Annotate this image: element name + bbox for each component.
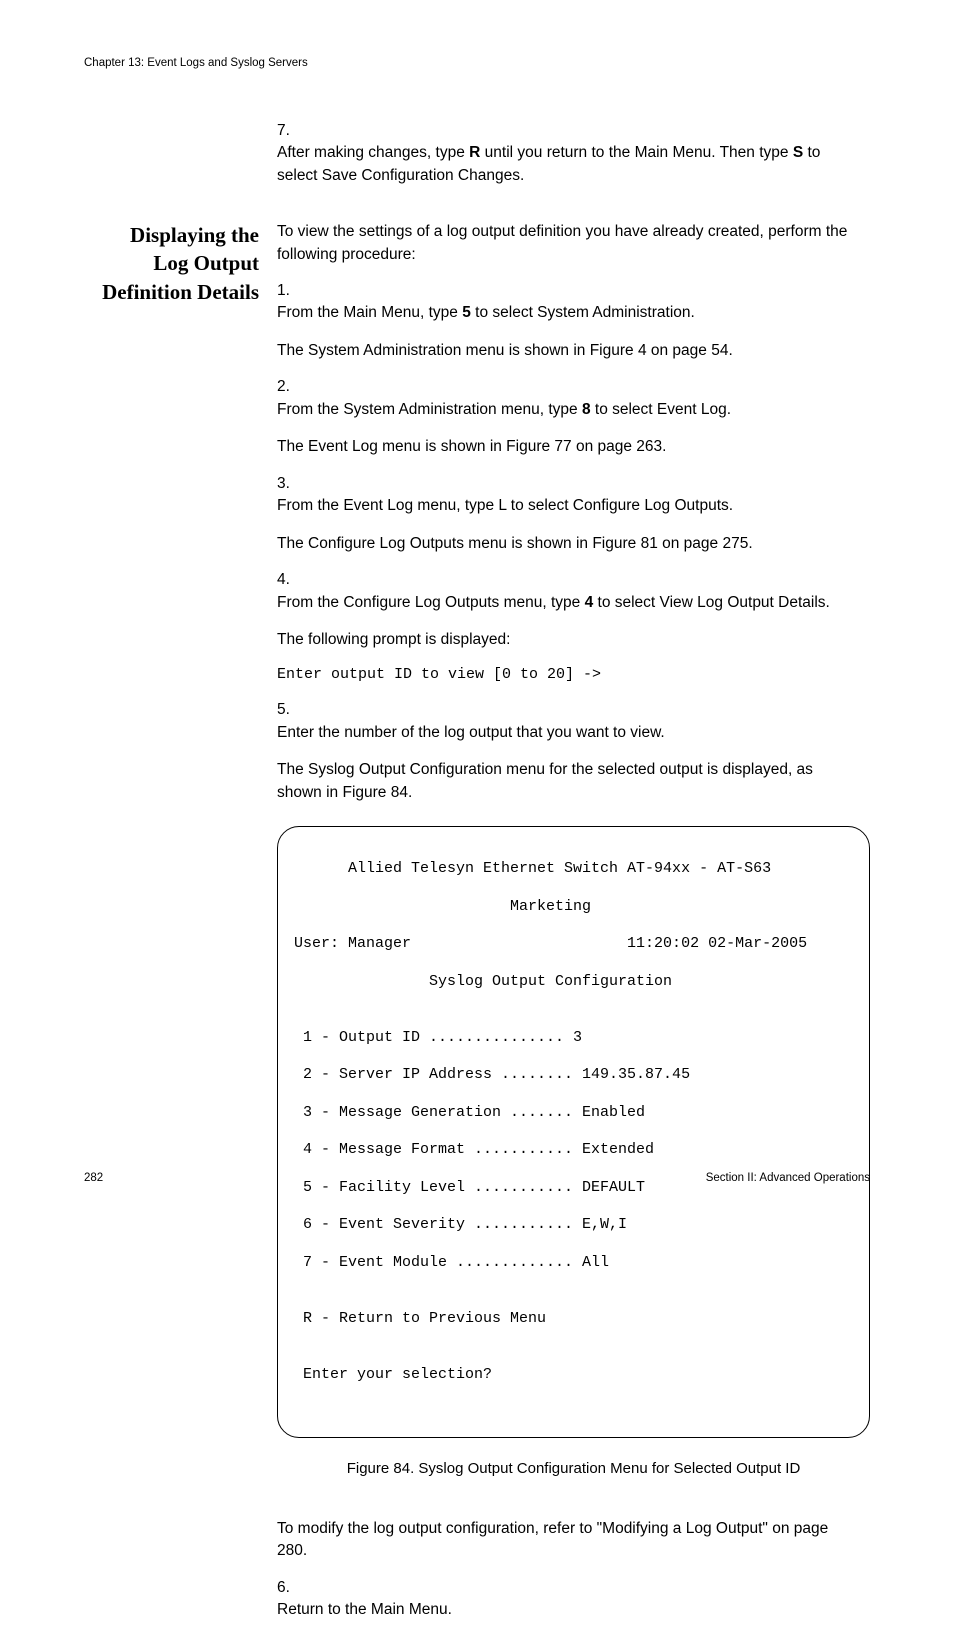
- section-label: Section II: Advanced Operations: [706, 1170, 870, 1187]
- chapter-header: Chapter 13: Event Logs and Syslog Server…: [84, 55, 870, 72]
- text: From the Main Menu, type: [277, 304, 462, 321]
- term-line: 3 - Message Generation ....... Enabled: [294, 1104, 853, 1123]
- step-text: From the Event Log menu, type L to selec…: [277, 495, 840, 555]
- term-line: Syslog Output Configuration: [294, 973, 853, 992]
- page-footer: 282 Section II: Advanced Operations: [84, 1170, 870, 1187]
- text: After making changes, type: [277, 144, 469, 161]
- text: From the System Administration menu, typ…: [277, 401, 582, 418]
- step-note: The following prompt is displayed:: [277, 629, 840, 651]
- text: Enter the number of the log output that …: [277, 724, 665, 741]
- step-number: 1.: [277, 280, 303, 302]
- step-number: 5.: [277, 699, 303, 721]
- key-5: 5: [462, 304, 471, 321]
- heading-line: Displaying the: [130, 223, 259, 247]
- text: From the Configure Log Outputs menu, typ…: [277, 594, 585, 611]
- intro-paragraph: To view the settings of a log output def…: [277, 221, 870, 266]
- step-note: The Syslog Output Configuration menu for…: [277, 759, 840, 804]
- text: to select Event Log.: [591, 401, 731, 418]
- step-number: 7.: [277, 120, 303, 142]
- step-4: 4. From the Configure Log Outputs menu, …: [277, 569, 870, 685]
- step-note: The Configure Log Outputs menu is shown …: [277, 533, 840, 555]
- term-line: User: Manager 11:20:02 02-Mar-2005: [294, 935, 853, 954]
- key-4: 4: [585, 594, 594, 611]
- heading-line: Definition Details: [102, 280, 259, 304]
- term-line: 1 - Output ID ............... 3: [294, 1029, 853, 1048]
- step-3: 3. From the Event Log menu, type L to se…: [277, 473, 870, 555]
- step-text: From the System Administration menu, typ…: [277, 399, 840, 459]
- step-text: After making changes, type R until you r…: [277, 142, 840, 187]
- step-note: The Event Log menu is shown in Figure 77…: [277, 436, 840, 458]
- step-number: 2.: [277, 376, 303, 398]
- terminal-output-box: Allied Telesyn Ethernet Switch AT-94xx -…: [277, 826, 870, 1437]
- term-line: 2 - Server IP Address ........ 149.35.87…: [294, 1066, 853, 1085]
- step-number: 6.: [277, 1577, 303, 1599]
- term-line: 7 - Event Module ............. All: [294, 1254, 853, 1273]
- term-line: R - Return to Previous Menu: [294, 1310, 853, 1329]
- step-text: From the Main Menu, type 5 to select Sys…: [277, 302, 840, 362]
- step-text: Enter the number of the log output that …: [277, 722, 840, 804]
- term-line: 6 - Event Severity ........... E,W,I: [294, 1216, 853, 1235]
- section-heading: Displaying the Log Output Definition Det…: [84, 221, 259, 306]
- heading-line: Log Output: [153, 251, 259, 275]
- figure-caption: Figure 84. Syslog Output Configuration M…: [277, 1458, 870, 1480]
- key-r: R: [469, 144, 480, 161]
- text: to select View Log Output Details.: [593, 594, 830, 611]
- step-note: To modify the log output configuration, …: [277, 1518, 840, 1563]
- text: until you return to the Main Menu. Then …: [480, 144, 792, 161]
- term-line: Allied Telesyn Ethernet Switch AT-94xx -…: [294, 860, 853, 879]
- key-8: 8: [582, 401, 591, 418]
- step-1: 1. From the Main Menu, type 5 to select …: [277, 280, 870, 362]
- step-5: 5. Enter the number of the log output th…: [277, 699, 870, 804]
- step-5-post: To modify the log output configuration, …: [277, 1495, 870, 1562]
- step-7: 7. After making changes, type R until yo…: [277, 120, 870, 187]
- step-number: 4.: [277, 569, 303, 591]
- term-line: 4 - Message Format ........... Extended: [294, 1141, 853, 1160]
- prompt-code: Enter output ID to view [0 to 20] ->: [277, 664, 840, 686]
- text: From the Event Log menu, type L to selec…: [277, 497, 733, 514]
- side-margin-empty-top: [84, 120, 259, 201]
- term-line: Marketing: [294, 898, 853, 917]
- step-6: 6. Return to the Main Menu.: [277, 1577, 870, 1622]
- term-line: Enter your selection?: [294, 1366, 853, 1385]
- page-number: 282: [84, 1170, 103, 1187]
- text: to select System Administration.: [471, 304, 695, 321]
- step-note: The System Administration menu is shown …: [277, 340, 840, 362]
- step-text: Return to the Main Menu.: [277, 1599, 840, 1621]
- step-2: 2. From the System Administration menu, …: [277, 376, 870, 458]
- key-s: S: [793, 144, 803, 161]
- step-number: 3.: [277, 473, 303, 495]
- step-text: From the Configure Log Outputs menu, typ…: [277, 592, 840, 686]
